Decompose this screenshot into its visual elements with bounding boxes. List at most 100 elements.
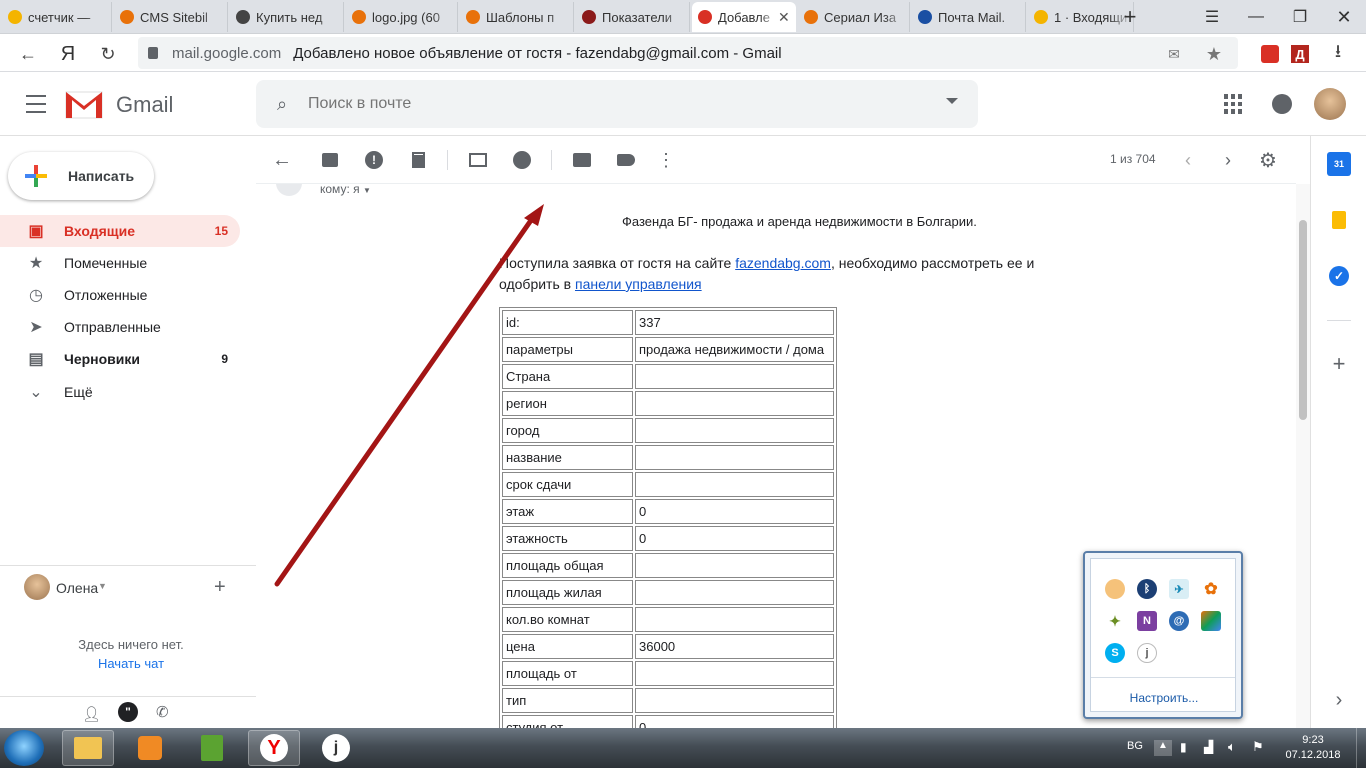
tray-battery-icon[interactable]: ▮ <box>1180 740 1187 754</box>
sidebar-item[interactable]: ▤ Черновики 9 <box>0 343 240 375</box>
tray-volume-icon[interactable]: 🔈︎ <box>1228 739 1236 755</box>
menu-icon[interactable]: ☰ <box>1190 0 1234 34</box>
field-value-cell <box>635 418 834 443</box>
bluetooth-icon[interactable]: ᛒ <box>1137 579 1157 599</box>
start-button[interactable] <box>4 730 44 766</box>
tasks-icon[interactable]: ✓ <box>1327 264 1351 288</box>
browser-tab[interactable]: Купить нед <box>230 2 344 32</box>
chat-user-name[interactable]: Олена <box>56 580 98 596</box>
minimize-button[interactable]: — <box>1234 0 1278 34</box>
close-window-button[interactable]: ✕ <box>1322 0 1366 34</box>
start-chat-link[interactable]: Начать чат <box>0 656 262 671</box>
sidebar-item[interactable]: ▣ Входящие 15 <box>0 215 240 247</box>
media-player-taskbar-icon[interactable] <box>124 730 176 766</box>
phone-icon[interactable]: ✆ <box>156 703 169 721</box>
tray-app-icon[interactable]: ✈ <box>1169 579 1189 599</box>
onenote-icon[interactable]: N <box>1137 611 1157 631</box>
tray-expand-icon[interactable]: ▲ <box>1154 740 1172 756</box>
yandex-logo[interactable]: Я <box>54 40 82 68</box>
browser-tab[interactable]: Показатели <box>576 2 690 32</box>
extension-d-icon[interactable]: Д <box>1286 40 1314 68</box>
tray-app-icon[interactable]: ✦ <box>1105 611 1125 631</box>
hangouts-icon[interactable]: " <box>118 702 138 722</box>
calendar-icon[interactable]: 31 <box>1327 152 1351 176</box>
back-icon[interactable]: ← <box>14 40 42 68</box>
back-to-inbox-icon[interactable]: ← <box>270 148 294 172</box>
sidebar-item-count: 15 <box>214 224 228 238</box>
explorer-taskbar-icon[interactable] <box>62 730 114 766</box>
clock[interactable]: 9:23 07.12.2018 <box>1280 733 1346 763</box>
move-to-icon[interactable] <box>570 148 594 172</box>
search-options-icon[interactable] <box>946 98 958 104</box>
mark-unread-icon[interactable] <box>466 148 490 172</box>
compose-button[interactable]: Написать <box>8 152 154 200</box>
sidebar-item[interactable]: ◷ Отложенные <box>0 279 240 311</box>
notes-taskbar-icon[interactable] <box>186 730 238 766</box>
mail-icon[interactable]: ✉ <box>1160 40 1188 68</box>
table-row: студия от 0 <box>502 715 834 728</box>
browser-tab[interactable]: Почта Mail. <box>912 2 1026 32</box>
chat-avatar[interactable] <box>24 574 50 600</box>
sidebar-item[interactable]: ➤ Отправленные <box>0 311 240 343</box>
gmail-logo-icon[interactable] <box>64 88 104 120</box>
delete-icon[interactable] <box>406 148 430 172</box>
report-spam-icon[interactable]: ! <box>362 148 386 172</box>
more-options-icon[interactable]: ⋮ <box>654 148 678 172</box>
site-link[interactable]: fazendabg.com <box>735 255 831 271</box>
show-desktop-button[interactable] <box>1356 728 1366 768</box>
expand-panel-icon[interactable]: › <box>1327 688 1351 712</box>
extension-red-icon[interactable] <box>1256 40 1284 68</box>
url-field[interactable]: mail.google.com Добавлено новое объявлен… <box>138 37 1238 69</box>
contacts-icon[interactable]: 👤︎ <box>82 705 101 723</box>
search-input[interactable] <box>308 95 908 113</box>
browser-tab[interactable]: Добавле ✕ <box>692 2 796 32</box>
search-icon[interactable]: ⌕ <box>256 94 308 115</box>
new-tab-button[interactable]: + <box>1108 0 1152 34</box>
apps-grid-icon[interactable] <box>1224 94 1244 114</box>
admin-panel-link[interactable]: панели управления <box>575 276 702 292</box>
snooze-icon[interactable] <box>510 148 534 172</box>
tray-customize-link[interactable]: Настроить... <box>1091 691 1237 705</box>
mail-agent-icon[interactable]: @ <box>1169 611 1189 631</box>
archive-icon[interactable] <box>318 148 342 172</box>
tab-favicon-icon <box>236 10 250 24</box>
search-box[interactable]: ⌕ <box>256 80 978 128</box>
tray-flag-icon[interactable]: ⚑ <box>1252 739 1264 755</box>
app-taskbar-icon[interactable]: j <box>310 730 362 766</box>
tray-app-icon[interactable] <box>1105 579 1125 599</box>
field-value-cell: 0 <box>635 499 834 524</box>
bookmark-star-icon[interactable]: ★ <box>1200 40 1228 68</box>
browser-tab[interactable]: logo.jpg (60 <box>346 2 458 32</box>
get-addons-icon[interactable]: + <box>1327 351 1351 376</box>
content-scrollbar[interactable] <box>1296 184 1310 728</box>
label-icon[interactable] <box>614 148 638 172</box>
browser-tab[interactable]: Шаблоны п <box>460 2 574 32</box>
sidebar-item[interactable]: ★ Помеченные <box>0 247 240 279</box>
chat-status-dropdown-icon[interactable]: ▼ <box>98 581 107 591</box>
yandex-browser-taskbar-icon[interactable]: Y <box>248 730 300 766</box>
sidebar-item[interactable]: ⌄ Ещё <box>0 376 240 408</box>
close-tab-icon[interactable]: ✕ <box>778 9 792 26</box>
tray-app-icon[interactable]: ✿ <box>1201 579 1221 599</box>
scrollbar-thumb[interactable] <box>1299 220 1307 420</box>
tray-app-icon[interactable]: j <box>1137 643 1157 663</box>
browser-tab[interactable]: Сериал Иза <box>798 2 910 32</box>
older-icon[interactable]: › <box>1216 148 1240 172</box>
download-icon[interactable]: ⭳ <box>1324 40 1352 68</box>
keep-icon[interactable] <box>1327 208 1351 232</box>
restore-button[interactable]: ❐ <box>1278 0 1322 34</box>
settings-gear-icon[interactable]: ⚙ <box>1256 148 1280 172</box>
newer-icon[interactable]: ‹ <box>1176 148 1200 172</box>
reload-icon[interactable]: ↻ <box>94 40 122 68</box>
account-avatar[interactable] <box>1314 88 1346 120</box>
browser-tab[interactable]: счетчик — <box>2 2 112 32</box>
browser-tab[interactable]: CMS Sitebil <box>114 2 228 32</box>
tray-app-icon[interactable] <box>1201 611 1221 631</box>
notifications-icon[interactable] <box>1272 94 1292 114</box>
tray-network-icon[interactable]: ▟ <box>1204 740 1213 754</box>
add-chat-icon[interactable]: + <box>214 576 226 599</box>
clock-date: 07.12.2018 <box>1285 749 1341 761</box>
language-indicator[interactable]: BG <box>1127 740 1143 752</box>
main-menu-icon[interactable] <box>24 92 48 116</box>
skype-icon[interactable]: S <box>1105 643 1125 663</box>
